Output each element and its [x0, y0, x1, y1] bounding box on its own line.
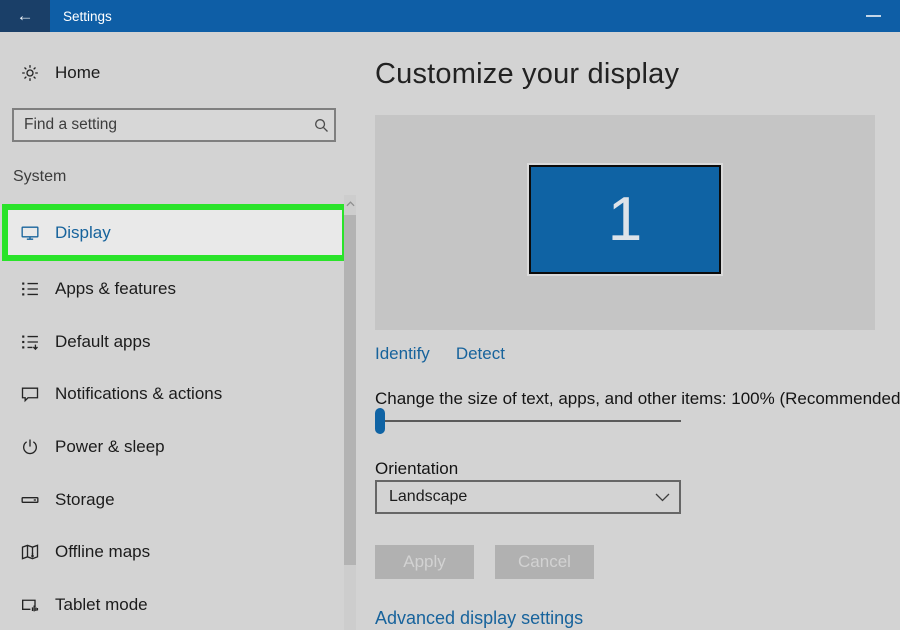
sidebar-item-apps-features[interactable]: Apps & features [0, 263, 360, 316]
sidebar-item-storage[interactable]: Storage [0, 473, 360, 526]
titlebar: ← Settings [0, 0, 900, 32]
sidebar-item-label: Offline maps [55, 542, 151, 562]
sidebar-item-label: Notifications & actions [55, 384, 223, 404]
monitor-number: 1 [607, 184, 643, 254]
minimize-icon [865, 15, 881, 17]
apps-list-icon [20, 279, 40, 299]
search-input[interactable] [14, 116, 308, 134]
chevron-down-icon [645, 493, 679, 502]
sidebar-item-label: Apps & features [55, 279, 176, 299]
home-label: Home [55, 63, 101, 82]
tablet-mode-icon [20, 595, 40, 615]
apply-button[interactable]: Apply [375, 545, 474, 579]
scroll-up-icon[interactable] [344, 197, 356, 211]
sidebar-item-power-sleep[interactable]: Power & sleep [0, 421, 360, 474]
sidebar-scrollbar[interactable] [344, 195, 356, 630]
sidebar-item-home[interactable]: Home [20, 58, 100, 88]
default-apps-icon [20, 332, 40, 352]
sidebar-nav: Display Apps & features Default apps Not… [0, 203, 360, 630]
slider-thumb[interactable] [375, 408, 385, 434]
scale-slider[interactable] [375, 407, 681, 435]
advanced-display-settings-link[interactable]: Advanced display settings [375, 608, 583, 629]
display-preview-panel: 1 [375, 115, 875, 330]
scale-slider-label: Change the size of text, apps, and other… [375, 389, 900, 408]
monitor-preview[interactable]: 1 [529, 165, 721, 274]
sidebar-item-label: Default apps [55, 331, 151, 351]
slider-track[interactable] [375, 420, 681, 422]
orientation-value: Landscape [389, 488, 468, 505]
minimize-button[interactable] [858, 0, 888, 32]
sidebar-item-label: Power & sleep [55, 437, 165, 457]
sidebar-item-default-apps[interactable]: Default apps [0, 316, 360, 369]
back-button[interactable]: ← [0, 0, 50, 32]
identify-detect-links: Identify Detect [375, 344, 505, 364]
sidebar: Home System [0, 32, 360, 630]
window-title: Settings [63, 8, 112, 24]
page-title: Customize your display [375, 58, 680, 90]
detect-link[interactable]: Detect [456, 344, 505, 364]
gear-icon [20, 63, 40, 83]
identify-link[interactable]: Identify [375, 344, 430, 364]
sidebar-item-label: Storage [55, 489, 115, 509]
back-arrow-icon: ← [16, 6, 34, 25]
sidebar-item-display[interactable]: Display [8, 210, 342, 255]
scrollbar-thumb[interactable] [344, 215, 356, 565]
sidebar-item-label: Tablet mode [55, 594, 148, 614]
orientation-label: Orientation [375, 459, 459, 478]
search-box [12, 108, 336, 142]
offline-maps-icon [20, 542, 40, 562]
search-icon[interactable] [308, 110, 334, 140]
power-icon [20, 437, 40, 457]
sidebar-item-tablet-mode[interactable]: Tablet mode [0, 579, 360, 630]
main-content: Customize your display 1 Identify Detect… [360, 32, 900, 630]
storage-icon [20, 490, 40, 510]
sidebar-item-label: Display [55, 222, 111, 242]
sidebar-item-notifications-actions[interactable]: Notifications & actions [0, 368, 360, 421]
notifications-icon [20, 384, 40, 404]
sidebar-item-offline-maps[interactable]: Offline maps [0, 526, 360, 579]
settings-window: ← Settings Home Find a setting System Di… [0, 0, 900, 630]
section-label-system: System [13, 168, 67, 185]
action-buttons: Apply Cancel [375, 545, 594, 579]
monitor-icon [20, 223, 40, 243]
cancel-button[interactable]: Cancel [495, 545, 594, 579]
orientation-dropdown[interactable]: Landscape [375, 480, 681, 514]
